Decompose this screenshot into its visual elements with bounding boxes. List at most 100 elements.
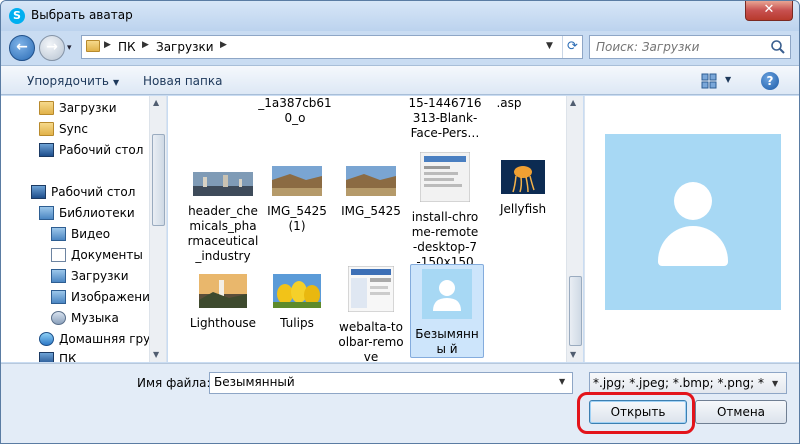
file-item[interactable]: IMG_5425 (1) (260, 166, 334, 234)
library-icon (39, 206, 54, 220)
close-button[interactable]: ✕ (745, 1, 793, 21)
filename-label: Имя файла: (137, 376, 211, 390)
image-thumbnail (193, 172, 253, 196)
file-item[interactable]: 15-1446716 313-Blank- Face-Pers… (408, 96, 482, 141)
sidebar-item-label: Музыка (71, 311, 119, 325)
image-thumbnail (346, 166, 396, 196)
sidebar-item-label: Рабочий стол (51, 185, 136, 199)
organize-button[interactable]: Упорядочить ▼ (27, 74, 119, 88)
search-input[interactable] (596, 39, 766, 55)
skype-icon: S (9, 8, 25, 24)
image-thumbnail (272, 166, 322, 196)
file-item[interactable]: Jellyfish (486, 160, 560, 217)
downloads-icon (51, 269, 66, 283)
open-file-dialog: S Выбрать аватар ✕ ← → ▾ ▶ ПК ▶ Загрузки… (0, 0, 800, 444)
file-item[interactable]: Lighthouse (186, 274, 260, 331)
search-box[interactable] (589, 35, 791, 59)
file-name: IMG_5425 (1) (267, 204, 327, 233)
image-thumbnail (273, 274, 321, 308)
file-name: Jellyfish (499, 202, 547, 216)
breadcrumb-pc[interactable]: ПК (118, 40, 136, 54)
sidebar-item-label: Библиотеки (59, 206, 135, 220)
preview-pane (584, 96, 799, 362)
title-bar: S Выбрать аватар ✕ (1, 1, 799, 31)
file-item[interactable]: Tulips (260, 274, 334, 331)
file-item[interactable]: IMG_5425 (334, 166, 408, 219)
file-name: Безымянны й (415, 327, 479, 356)
sidebar-item-label: Загрузки (59, 101, 117, 115)
file-name: _1a387cb61 0_o (258, 96, 332, 125)
change-view-icon[interactable] (701, 73, 717, 89)
music-icon (51, 311, 66, 325)
desktop-icon (39, 143, 54, 157)
file-name: .asp (496, 96, 522, 110)
scroll-up-icon[interactable]: ▲ (153, 98, 159, 107)
file-item[interactable]: install-chro me-remote -desktop-7 -150x1… (408, 151, 482, 270)
organize-label: Упорядочить (27, 74, 109, 88)
avatar-head-icon (674, 182, 712, 220)
breadcrumb-separator[interactable]: ▶ (220, 40, 227, 50)
breadcrumb-separator[interactable]: ▶ (104, 40, 111, 50)
folder-icon (39, 101, 54, 115)
filename-history-dropdown[interactable]: ▼ (559, 377, 565, 386)
file-name: Lighthouse (189, 316, 257, 330)
navigation-pane: Загрузки Sync Рабочий стол Рабочий стол … (1, 96, 167, 362)
back-button[interactable]: ← (9, 35, 35, 61)
file-item[interactable]: webalta-to olbar-remo ve (334, 265, 408, 362)
scroll-down-icon[interactable]: ▼ (153, 350, 159, 359)
image-thumbnail (501, 160, 545, 194)
file-name: webalta-to olbar-remo ve (338, 320, 404, 362)
new-folder-button[interactable]: Новая папка (143, 74, 222, 88)
folder-icon (86, 40, 100, 52)
documents-icon (51, 248, 66, 262)
dialog-footer: Имя файла: Безымянный ▼ *.jpg; *.jpeg; *… (1, 363, 799, 443)
desktop-icon (31, 185, 46, 199)
forward-button[interactable]: → (39, 35, 65, 61)
view-options-dropdown[interactable]: ▼ (725, 75, 731, 84)
image-thumbnail (347, 265, 395, 313)
sidebar-item-label: ПК (59, 352, 77, 362)
sidebar-item-label: Документы (71, 248, 143, 262)
file-list-scrollbar[interactable]: ▲ ▼ (566, 96, 583, 362)
chevron-down-icon: ▼ (112, 78, 120, 87)
file-item[interactable]: .asp (484, 96, 534, 111)
sidebar-item-label: Sync (59, 122, 88, 136)
sidebar-item-label: Загрузки (71, 269, 129, 283)
file-type-value: *.jpg; *.jpeg; *.bmp; *.png; *.sky (593, 376, 765, 390)
chevron-down-icon: ▼ (772, 379, 779, 388)
refresh-button[interactable]: ⟳ (562, 36, 582, 58)
scrollbar-thumb[interactable] (569, 276, 582, 346)
breadcrumb-downloads[interactable]: Загрузки (156, 40, 214, 54)
scrollbar-thumb[interactable] (152, 134, 165, 226)
file-name: install-chro me-remote -desktop-7 -150x1… (411, 210, 479, 269)
breadcrumb-separator[interactable]: ▶ (142, 40, 149, 50)
address-dropdown[interactable]: ▼ (546, 41, 553, 51)
computer-icon (39, 352, 54, 362)
file-item[interactable]: header_che micals_pha rmaceutical _indus… (186, 172, 260, 264)
file-name: Tulips (280, 316, 314, 330)
help-icon[interactable]: ? (761, 72, 779, 90)
recent-pages-dropdown[interactable]: ▾ (67, 43, 72, 53)
file-type-select[interactable]: *.jpg; *.jpeg; *.bmp; *.png; *.sky ▼ (589, 372, 787, 394)
file-name: IMG_5425 (341, 204, 401, 218)
avatar-preview (605, 134, 781, 310)
scroll-up-icon[interactable]: ▲ (570, 98, 576, 107)
cancel-button[interactable]: Отмена (695, 400, 787, 424)
image-thumbnail (419, 151, 471, 203)
sidebar-item-label: Видео (71, 227, 111, 241)
highlight-annotation (577, 392, 695, 434)
window-title: Выбрать аватар (31, 8, 133, 22)
filename-input[interactable]: Безымянный (209, 372, 573, 394)
video-icon (51, 227, 66, 241)
folder-icon (39, 122, 54, 136)
navigation-scrollbar[interactable]: ▲ ▼ (149, 96, 166, 362)
navigation-bar: ← → ▾ ▶ ПК ▶ Загрузки ▶ ▼ ⟳ (1, 31, 799, 63)
search-icon[interactable] (770, 39, 786, 55)
homegroup-icon (39, 332, 54, 346)
file-item[interactable]: _1a387cb61 0_o (258, 96, 332, 126)
avatar-body-icon (658, 226, 728, 266)
scroll-down-icon[interactable]: ▼ (570, 350, 576, 359)
address-bar[interactable]: ▶ ПК ▶ Загрузки ▶ ▼ ⟳ (81, 35, 583, 59)
image-thumbnail (199, 274, 247, 308)
file-item-selected[interactable]: Безымянны й (410, 264, 484, 358)
